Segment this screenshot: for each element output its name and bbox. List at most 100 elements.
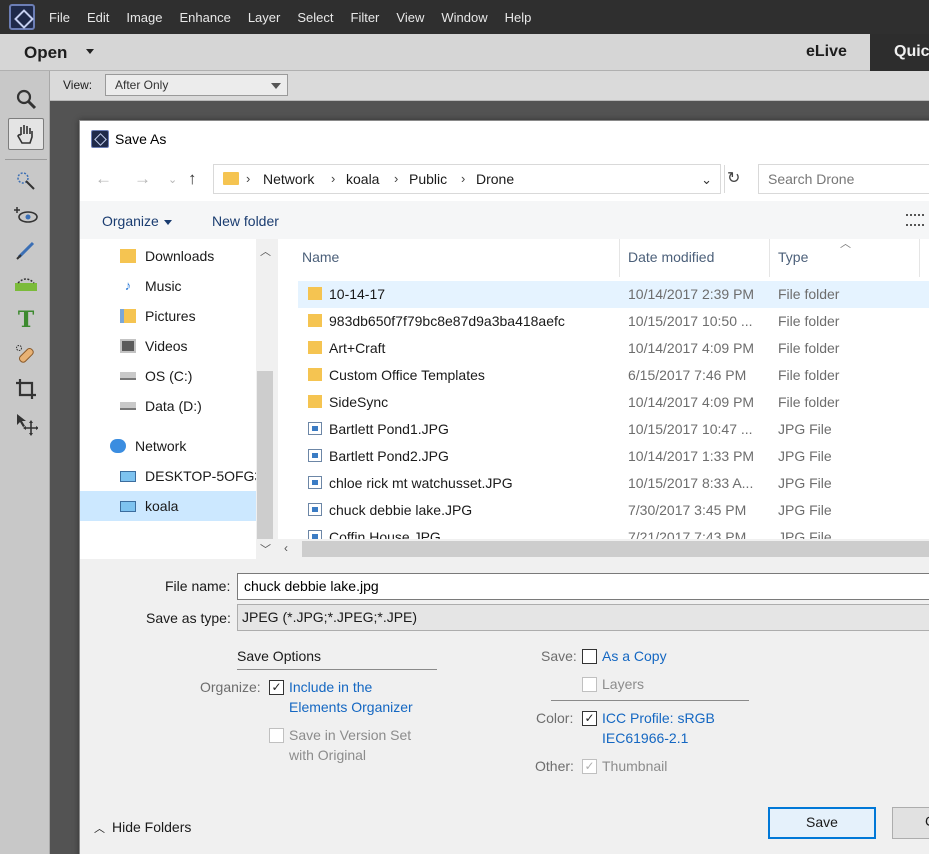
- app-logo-icon[interactable]: [9, 4, 35, 30]
- file-row[interactable]: Custom Office Templates 6/15/2017 7:46 P…: [298, 362, 929, 389]
- nav-item-music[interactable]: ♪ Music: [120, 271, 256, 301]
- chevron-up-icon: ︿: [94, 823, 105, 835]
- nav-scrollbar[interactable]: ︿ ﹀: [256, 239, 274, 559]
- file-row[interactable]: 10-14-17 10/14/2017 2:39 PM File folder: [298, 281, 929, 308]
- icc-profile-label-1[interactable]: ICC Profile: sRGB: [602, 710, 715, 726]
- icc-profile-label-2[interactable]: IEC61966-2.1: [602, 730, 688, 746]
- scroll-left-icon[interactable]: ‹: [284, 541, 288, 555]
- pictures-icon: [120, 309, 136, 323]
- file-row[interactable]: chuck debbie lake.JPG 7/30/2017 3:45 PM …: [298, 497, 929, 524]
- breadcrumb-separator-icon[interactable]: ›: [331, 171, 335, 186]
- nav-item-os-c[interactable]: OS (C:): [120, 361, 256, 391]
- as-copy-checkbox[interactable]: [582, 649, 597, 664]
- breadcrumb-separator-icon[interactable]: ›: [246, 171, 250, 186]
- breadcrumb-separator-icon[interactable]: ›: [394, 171, 398, 186]
- file-row[interactable]: Bartlett Pond2.JPG 10/14/2017 1:33 PM JP…: [298, 443, 929, 470]
- file-row[interactable]: Art+Craft 10/14/2017 4:09 PM File folder: [298, 335, 929, 362]
- nav-item-network[interactable]: Network: [110, 431, 256, 461]
- dialog-title-bar[interactable]: Save As: [80, 121, 929, 157]
- jpg-file-icon: [308, 503, 322, 516]
- menu-image[interactable]: Image: [126, 10, 162, 25]
- recent-locations-icon[interactable]: ⌄: [168, 173, 177, 186]
- zoom-icon[interactable]: [8, 83, 44, 115]
- quick-selection-icon[interactable]: [8, 165, 44, 197]
- include-organizer-label-2[interactable]: Elements Organizer: [289, 699, 413, 715]
- organize-button[interactable]: Organize: [102, 213, 172, 229]
- chevron-down-icon[interactable]: ⌄: [701, 172, 712, 188]
- file-list-hscrollbar[interactable]: ‹: [278, 539, 929, 559]
- include-organizer-label-1[interactable]: Include in the: [289, 679, 372, 695]
- type-icon[interactable]: T: [8, 304, 44, 336]
- file-row[interactable]: SideSync 10/14/2017 4:09 PM File folder: [298, 389, 929, 416]
- breadcrumb-public[interactable]: Public: [409, 171, 447, 187]
- view-options-icon[interactable]: [906, 214, 924, 226]
- menu-select[interactable]: Select: [297, 10, 333, 25]
- menu-layer[interactable]: Layer: [248, 10, 281, 25]
- scrollbar-thumb[interactable]: [257, 371, 273, 539]
- file-row[interactable]: chloe rick mt watchusset.JPG 10/15/2017 …: [298, 470, 929, 497]
- view-select[interactable]: After Only: [105, 74, 288, 96]
- include-organizer-checkbox[interactable]: ✓: [269, 680, 284, 695]
- spot-healing-icon[interactable]: [8, 339, 44, 371]
- new-folder-button[interactable]: New folder: [212, 213, 279, 229]
- open-dropdown-icon[interactable]: [86, 49, 94, 54]
- nav-item-desktop[interactable]: DESKTOP-5OFG3: [120, 461, 256, 491]
- save-button[interactable]: Save: [768, 807, 876, 839]
- scroll-down-icon[interactable]: ﹀: [260, 541, 271, 557]
- red-eye-icon[interactable]: [8, 199, 44, 231]
- scroll-up-icon[interactable]: ︿: [260, 243, 271, 259]
- menu-edit[interactable]: Edit: [87, 10, 109, 25]
- file-row[interactable]: 983db650f7f79bc8e87d9a3ba418aefc 10/15/2…: [298, 308, 929, 335]
- column-header-date[interactable]: Date modified: [620, 239, 770, 277]
- file-row[interactable]: Coffin House.JPG 7/21/2017 7:43 PM JPG F…: [298, 524, 929, 539]
- layers-checkbox[interactable]: [582, 677, 597, 692]
- elive-tab[interactable]: eLive: [806, 43, 847, 61]
- crop-icon[interactable]: [8, 373, 44, 405]
- nav-item-downloads[interactable]: Downloads: [120, 241, 256, 271]
- scrollbar-thumb[interactable]: [302, 541, 929, 557]
- column-header-name[interactable]: Name: [294, 239, 620, 277]
- menu-filter[interactable]: Filter: [351, 10, 380, 25]
- breadcrumb-koala[interactable]: koala: [346, 171, 379, 187]
- refresh-icon[interactable]: ↻: [724, 165, 746, 193]
- straighten-icon[interactable]: [8, 269, 44, 301]
- back-arrow-icon[interactable]: ←: [95, 169, 112, 189]
- file-type: JPG File: [778, 475, 832, 491]
- cancel-button[interactable]: C: [892, 807, 929, 839]
- open-button[interactable]: Open: [24, 43, 67, 63]
- nav-item-pictures[interactable]: Pictures: [120, 301, 256, 331]
- nav-item-data-d[interactable]: Data (D:): [120, 391, 256, 421]
- move-icon[interactable]: [8, 408, 44, 440]
- hide-folders-button[interactable]: ︿ Hide Folders: [94, 819, 191, 836]
- version-set-checkbox[interactable]: [269, 728, 284, 743]
- menu-view[interactable]: View: [396, 10, 424, 25]
- as-copy-label[interactable]: As a Copy: [602, 648, 667, 664]
- thumbnail-checkbox[interactable]: ✓: [582, 759, 597, 774]
- address-bar[interactable]: › Network › koala › Public › Drone ⌄: [213, 164, 721, 194]
- file-name-input[interactable]: chuck debbie lake.jpg: [237, 573, 929, 600]
- file-date: 7/30/2017 3:45 PM: [628, 502, 747, 518]
- breadcrumb-network[interactable]: Network: [263, 171, 314, 187]
- nav-item-videos[interactable]: Videos: [120, 331, 256, 361]
- file-date: 10/14/2017 4:09 PM: [628, 340, 755, 356]
- nav-item-label: OS (C:): [145, 368, 193, 384]
- breadcrumb-drone[interactable]: Drone: [476, 171, 514, 187]
- hand-icon[interactable]: [8, 118, 44, 150]
- search-input[interactable]: Search Drone: [758, 164, 929, 194]
- quick-mode-tab[interactable]: Quick: [870, 34, 929, 71]
- navigation-pane: Downloads ♪ Music Pictures Videos OS (C:)…: [80, 239, 274, 559]
- up-arrow-icon[interactable]: ↑: [188, 169, 197, 189]
- forward-arrow-icon[interactable]: →: [134, 169, 151, 189]
- menu-help[interactable]: Help: [505, 10, 532, 25]
- breadcrumb-separator-icon[interactable]: ›: [461, 171, 465, 186]
- whiten-teeth-icon[interactable]: [8, 234, 44, 266]
- file-row[interactable]: Bartlett Pond1.JPG 10/15/2017 10:47 ... …: [298, 416, 929, 443]
- icc-profile-checkbox[interactable]: ✓: [582, 711, 597, 726]
- jpg-file-icon: [308, 449, 322, 462]
- save-type-select[interactable]: JPEG (*.JPG;*.JPEG;*.JPE): [237, 604, 929, 631]
- menu-enhance[interactable]: Enhance: [180, 10, 231, 25]
- menu-window[interactable]: Window: [441, 10, 487, 25]
- save-options-heading: Save Options: [237, 648, 322, 664]
- nav-item-koala[interactable]: koala: [80, 491, 256, 521]
- menu-file[interactable]: File: [49, 10, 70, 25]
